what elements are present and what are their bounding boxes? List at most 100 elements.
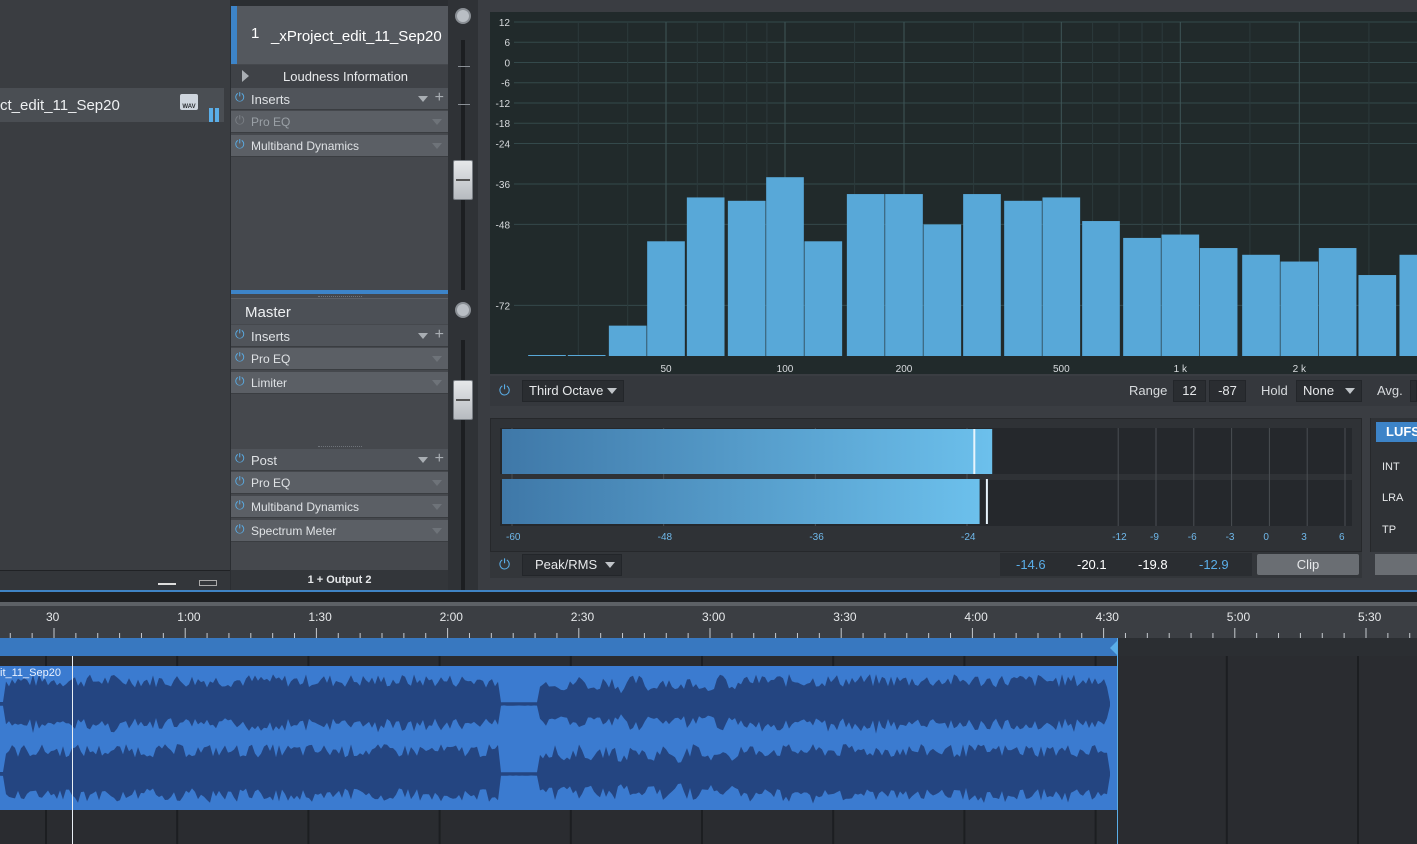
insert-slot[interactable]: ⏻ Multiband Dynamics: [231, 135, 448, 157]
master-fader[interactable]: [453, 380, 473, 420]
power-icon[interactable]: ⏻: [235, 328, 247, 340]
spectrum-mode-label: Third Octave: [529, 383, 604, 398]
spectrum-bar: [686, 197, 725, 356]
add-icon[interactable]: +: [435, 89, 444, 107]
avg-field[interactable]: [1410, 380, 1417, 402]
hold-label: Hold: [1261, 383, 1288, 398]
y-tick-label: -24: [496, 139, 511, 150]
ruler-label: 2:30: [570, 610, 595, 624]
spectrum-power-icon[interactable]: ⏻: [499, 382, 510, 399]
lufs-reset-button[interactable]: [1375, 554, 1417, 575]
ruler-label: 3:00: [702, 610, 726, 624]
output-selector[interactable]: 1 + Output 2: [231, 570, 448, 590]
meter-mode-select[interactable]: Peak/RMS: [522, 554, 622, 576]
dropdown-icon[interactable]: [432, 356, 442, 362]
dropdown-icon[interactable]: [432, 528, 442, 534]
insert-slot[interactable]: ⏻ Pro EQ: [231, 348, 448, 370]
level-meter: [500, 428, 1352, 526]
dropdown-icon[interactable]: [432, 504, 442, 510]
insert-label: Pro EQ: [251, 352, 291, 366]
power-icon[interactable]: ⏻: [235, 499, 247, 511]
power-icon[interactable]: ⏻: [235, 452, 247, 464]
spectrum-bar: [1004, 200, 1042, 356]
power-icon[interactable]: ⏻: [235, 375, 247, 387]
loop-range-bar[interactable]: [0, 638, 1118, 656]
dropdown-icon[interactable]: [418, 96, 428, 102]
meter-level-bar: [502, 479, 980, 524]
post-slot[interactable]: ⏻ Pro EQ: [231, 472, 448, 494]
channel-inserts-header[interactable]: ⏻ Inserts +: [231, 88, 448, 110]
post-insert-label: Pro EQ: [251, 476, 291, 490]
range-low-field[interactable]: -87: [1209, 380, 1246, 402]
spectrum-bar: [923, 224, 962, 356]
meter-scale-label: -6: [1187, 532, 1197, 543]
meter-peak-marker: [985, 479, 988, 524]
expand-triangle-icon: [242, 70, 249, 82]
post-header[interactable]: ⏻ Post +: [231, 449, 448, 471]
ruler-label: 5:00: [1226, 610, 1251, 624]
window-icon[interactable]: [199, 580, 217, 586]
power-icon[interactable]: ⏻: [235, 91, 247, 103]
insert-label: Pro EQ: [251, 115, 291, 129]
pan-knob[interactable]: [455, 8, 471, 24]
hold-select[interactable]: None: [1296, 380, 1362, 402]
meter-scale-label: -9: [1150, 532, 1159, 543]
chevron-down-icon: [1345, 388, 1355, 394]
ruler-label: 1:30: [308, 610, 332, 624]
dropdown-icon[interactable]: [432, 119, 442, 125]
range-high-field[interactable]: 12: [1173, 380, 1206, 402]
add-icon[interactable]: +: [435, 450, 444, 468]
master-header[interactable]: Master: [231, 298, 448, 324]
inserts-label: Inserts: [251, 329, 291, 344]
meter-scale-label: -24: [961, 532, 976, 543]
channel-fader[interactable]: [453, 160, 473, 200]
post-slot[interactable]: ⏻ Multiband Dynamics: [231, 496, 448, 518]
lufs-tp-label: TP: [1382, 524, 1397, 536]
meter-power-icon[interactable]: ⏻: [499, 556, 510, 573]
fader-tick: [458, 104, 470, 105]
meter-scale-label: -60: [506, 532, 521, 543]
dropdown-icon[interactable]: [418, 333, 428, 339]
panel-divider[interactable]: [0, 590, 1417, 602]
clip-end-line: [1117, 638, 1118, 844]
power-icon[interactable]: ⏻: [235, 138, 247, 150]
post-insert-label: Spectrum Meter: [251, 524, 337, 538]
y-tick-label: -18: [496, 119, 511, 130]
master-inserts-header[interactable]: ⏻ Inserts +: [231, 325, 448, 347]
meter-peak-marker: [973, 429, 976, 474]
insert-slot[interactable]: ⏻ Limiter: [231, 372, 448, 394]
minus-icon[interactable]: [158, 583, 176, 585]
master-pan-knob[interactable]: [455, 302, 471, 318]
range-label: Range: [1129, 383, 1168, 398]
channel-name: _xProject_edit_11_Sep20: [271, 28, 442, 45]
power-icon[interactable]: ⏻: [235, 114, 247, 126]
spectrum-mode-select[interactable]: Third Octave: [522, 380, 624, 402]
x-tick-label: 50: [660, 364, 672, 374]
power-icon[interactable]: ⏻: [235, 523, 247, 535]
y-tick-label: -12: [496, 99, 511, 110]
channel-number: 1: [251, 25, 260, 42]
dropdown-icon[interactable]: [432, 143, 442, 149]
post-slot[interactable]: ⏻ Spectrum Meter: [231, 520, 448, 542]
power-icon[interactable]: ⏻: [235, 475, 247, 487]
dropdown-icon[interactable]: [418, 457, 428, 463]
ruler-label: 2:00: [439, 610, 463, 624]
spectrum-bar: [766, 177, 804, 356]
playhead[interactable]: [72, 656, 73, 844]
clip-button[interactable]: Clip: [1257, 554, 1359, 575]
lufs-button[interactable]: LUFS: [1376, 422, 1417, 442]
power-icon[interactable]: ⏻: [235, 351, 247, 363]
dropdown-icon[interactable]: [432, 480, 442, 486]
loudness-information-toggle[interactable]: Loudness Information: [231, 65, 448, 89]
y-tick-label: -36: [496, 180, 511, 191]
spectrum-bar: [1123, 237, 1161, 356]
meter-scale-label: -48: [657, 532, 673, 543]
meter-scale-label: 3: [1301, 532, 1307, 543]
add-icon[interactable]: +: [435, 326, 444, 344]
resize-grip[interactable]: [318, 446, 362, 448]
insert-slot[interactable]: ⏻ Pro EQ: [231, 111, 448, 133]
ruler-ticks: [9, 628, 1411, 638]
dropdown-icon[interactable]: [432, 380, 442, 386]
y-tick-label: -48: [496, 220, 511, 231]
master-title: Master: [245, 304, 291, 321]
